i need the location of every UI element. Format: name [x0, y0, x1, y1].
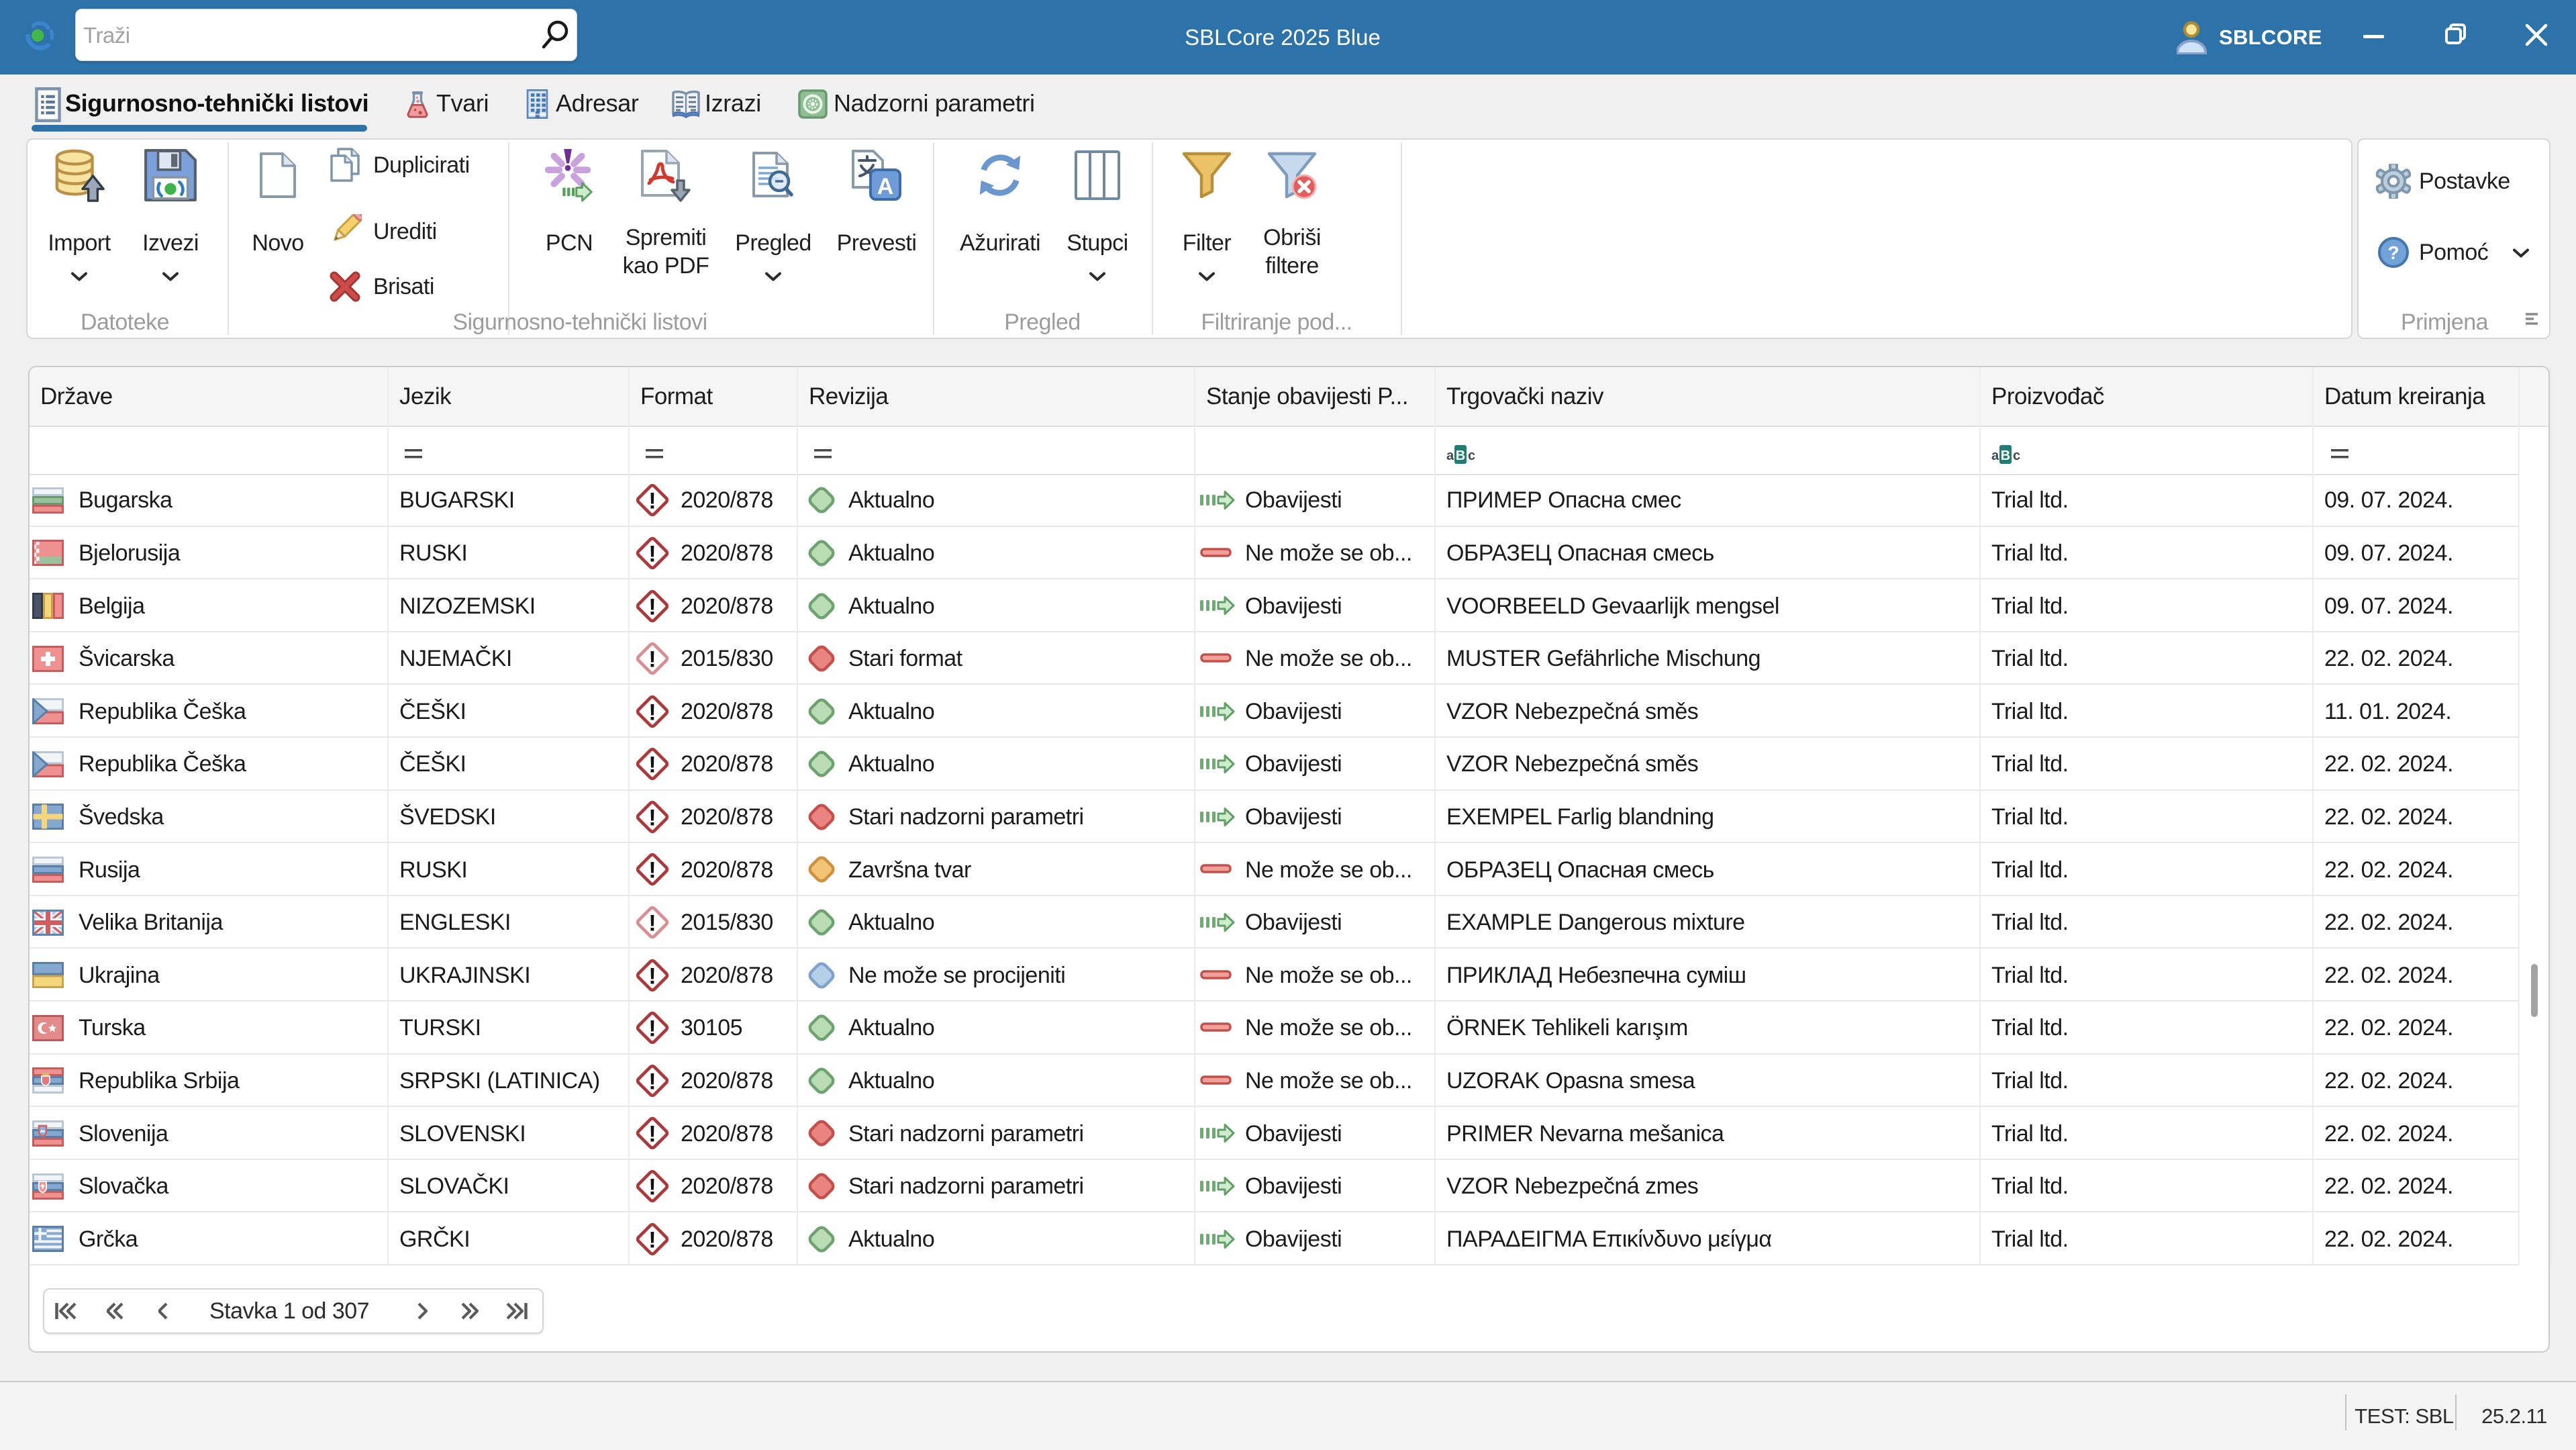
svg-text:B: B — [2001, 448, 2010, 463]
svg-text:?: ? — [2387, 242, 2399, 263]
svg-text:a: a — [1446, 448, 1454, 463]
svg-text:!: ! — [648, 646, 656, 672]
svg-text:!: ! — [648, 752, 656, 777]
svg-text:a: a — [1991, 448, 1999, 463]
svg-text:!: ! — [648, 488, 656, 514]
svg-text:!: ! — [648, 963, 656, 989]
svg-text:!: ! — [648, 910, 656, 936]
svg-text:A: A — [877, 174, 894, 199]
svg-text:!: ! — [648, 1069, 656, 1094]
svg-text:!: ! — [648, 699, 656, 725]
svg-text:c: c — [1468, 448, 1475, 463]
svg-text:!: ! — [648, 594, 656, 620]
svg-text:!: ! — [648, 1174, 656, 1200]
svg-text:!: ! — [648, 857, 656, 883]
svg-text:!: ! — [648, 805, 656, 830]
svg-text:!: ! — [648, 1227, 656, 1253]
svg-text:!: ! — [648, 1121, 656, 1147]
svg-text:!: ! — [648, 1016, 656, 1041]
svg-text:!: ! — [648, 541, 656, 567]
svg-text:c: c — [2013, 448, 2020, 463]
svg-text:B: B — [1456, 448, 1465, 463]
